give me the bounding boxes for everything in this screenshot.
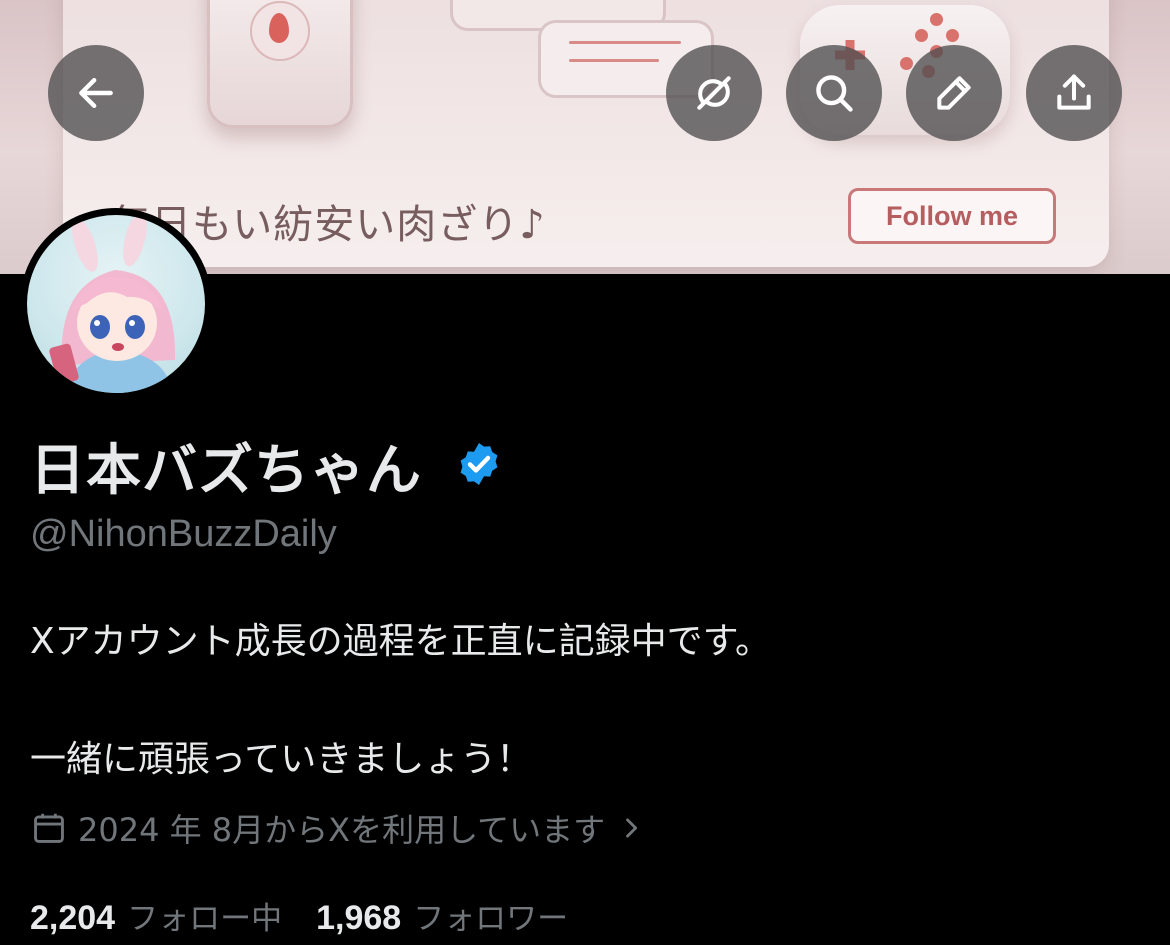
joined-date-text: 2024 年 8月からXを利用しています [78, 811, 606, 849]
bio-line: 一緒に頑張っていきましょう！ [30, 739, 533, 780]
anime-character-illustration [49, 215, 176, 393]
following-link[interactable]: 2,204 フォロー中 [30, 893, 282, 938]
search-icon [816, 75, 853, 112]
followers-label: フォロワー [413, 901, 569, 937]
back-button[interactable] [48, 45, 144, 141]
back-arrow-icon [79, 77, 113, 109]
banner-follow-me-sign: Follow me [848, 188, 1056, 244]
followers-link[interactable]: 1,968 フォロワー [316, 893, 568, 938]
share-button[interactable] [1026, 45, 1122, 141]
bio-line: Xアカウント成長の過程を正直に記録中です。 [30, 621, 772, 662]
pencil-icon [937, 76, 971, 110]
search-button[interactable] [786, 45, 882, 141]
chevron-right-icon [626, 818, 638, 838]
following-label: フォロー中 [127, 901, 283, 937]
avatar-image [27, 215, 205, 393]
followers-count: 1,968 [316, 899, 402, 937]
calendar-icon [34, 813, 64, 843]
share-icon [1057, 74, 1091, 110]
follow-stats: 2,204 フォロー中 1,968 フォロワー [30, 893, 568, 938]
display-name: 日本バズちゃん [30, 438, 423, 502]
edit-button[interactable] [906, 45, 1002, 141]
flame-icon [250, 1, 310, 61]
phone-illustration [207, 0, 353, 128]
profile-avatar[interactable] [20, 208, 212, 400]
profile-handle: @NihonBuzzDaily [30, 513, 337, 555]
joined-date-row[interactable]: 2024 年 8月からXを利用しています [30, 806, 645, 850]
grok-icon [697, 76, 731, 110]
grok-button[interactable] [666, 45, 762, 141]
following-count: 2,204 [30, 899, 116, 937]
verified-badge-icon[interactable] [455, 440, 503, 488]
